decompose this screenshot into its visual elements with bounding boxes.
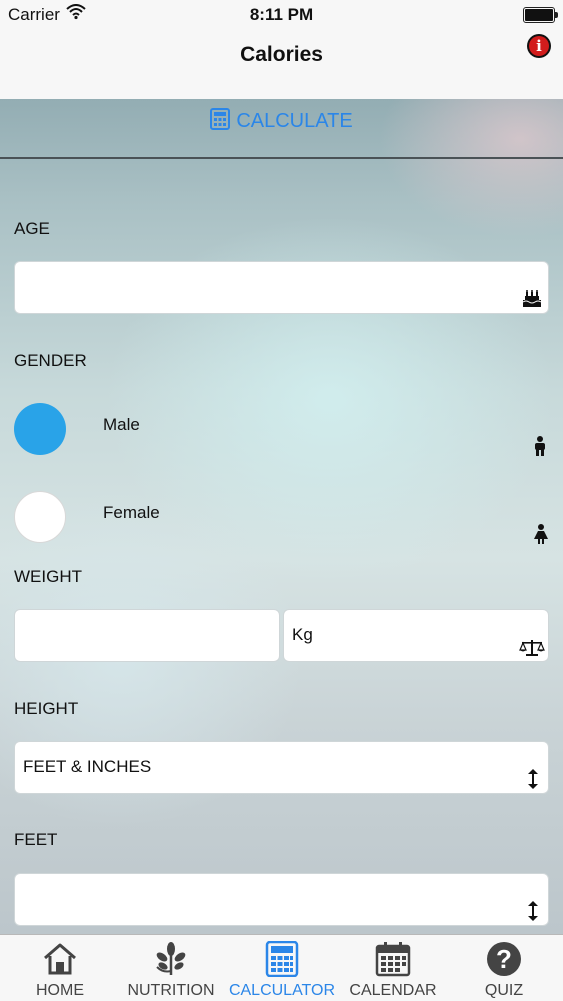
scale-icon [519, 639, 545, 662]
weight-unit: Kg [292, 625, 313, 644]
updown-arrow-icon [528, 901, 538, 926]
calculator-icon [210, 108, 231, 130]
female-label: Female [103, 503, 160, 522]
tab-bar: HOME NUTRITION CALCULATOR CALENDAR ? QUI… [0, 934, 563, 1001]
male-icon [533, 436, 547, 461]
navigation-bar: Calories i [0, 30, 563, 100]
tab-calculator[interactable]: CALCULATOR [226, 935, 338, 1001]
svg-text:?: ? [496, 944, 512, 974]
calculator-icon [265, 941, 299, 977]
question-icon: ? [487, 942, 521, 976]
leaf-icon [156, 942, 186, 975]
page-title: Calories [240, 43, 323, 66]
weight-label: WEIGHT [14, 567, 82, 586]
height-unit-selector[interactable]: FEET & INCHES [14, 741, 549, 794]
tab-nutrition[interactable]: NUTRITION [115, 935, 227, 1001]
tab-quiz[interactable]: ? QUIZ [448, 935, 560, 1001]
calculate-label: CALCULATE [236, 110, 353, 132]
height-label: HEIGHT [14, 699, 79, 718]
birthday-cake-icon [522, 290, 542, 313]
calculate-button[interactable]: CALCULATE [0, 108, 563, 133]
updown-arrow-icon [528, 769, 538, 794]
tab-calendar-label: CALENDAR [349, 982, 437, 999]
home-icon [44, 943, 76, 975]
feet-label: FEET [14, 830, 58, 849]
male-label: Male [103, 415, 140, 434]
battery-icon [523, 7, 558, 23]
tab-calendar[interactable]: CALENDAR [337, 935, 449, 1001]
status-bar: Carrier 8:11 PM [0, 0, 563, 30]
calculate-bar: CALCULATE [0, 99, 563, 159]
tab-home-label: HOME [36, 982, 84, 999]
gender-label: GENDER [14, 351, 87, 370]
male-radio[interactable] [14, 403, 66, 455]
female-icon [533, 524, 549, 549]
female-radio[interactable] [14, 491, 66, 543]
tab-quiz-label: QUIZ [484, 982, 524, 999]
tab-calculator-label: CALCULATOR [228, 982, 336, 999]
height-value: FEET & INCHES [23, 757, 152, 776]
weight-value-field[interactable] [14, 609, 280, 662]
calculator-form: CALCULATE AGE GENDER Male Female WEIGHT … [0, 99, 563, 934]
age-label: AGE [14, 219, 50, 238]
info-icon[interactable]: i [529, 36, 549, 56]
age-field[interactable] [14, 261, 549, 314]
tab-home[interactable]: HOME [4, 935, 116, 1001]
feet-selector[interactable] [14, 873, 549, 926]
tab-nutrition-label: NUTRITION [127, 982, 215, 999]
weight-unit-selector[interactable]: Kg [283, 609, 549, 662]
clock: 8:11 PM [249, 5, 314, 24]
calendar-icon [375, 942, 411, 977]
